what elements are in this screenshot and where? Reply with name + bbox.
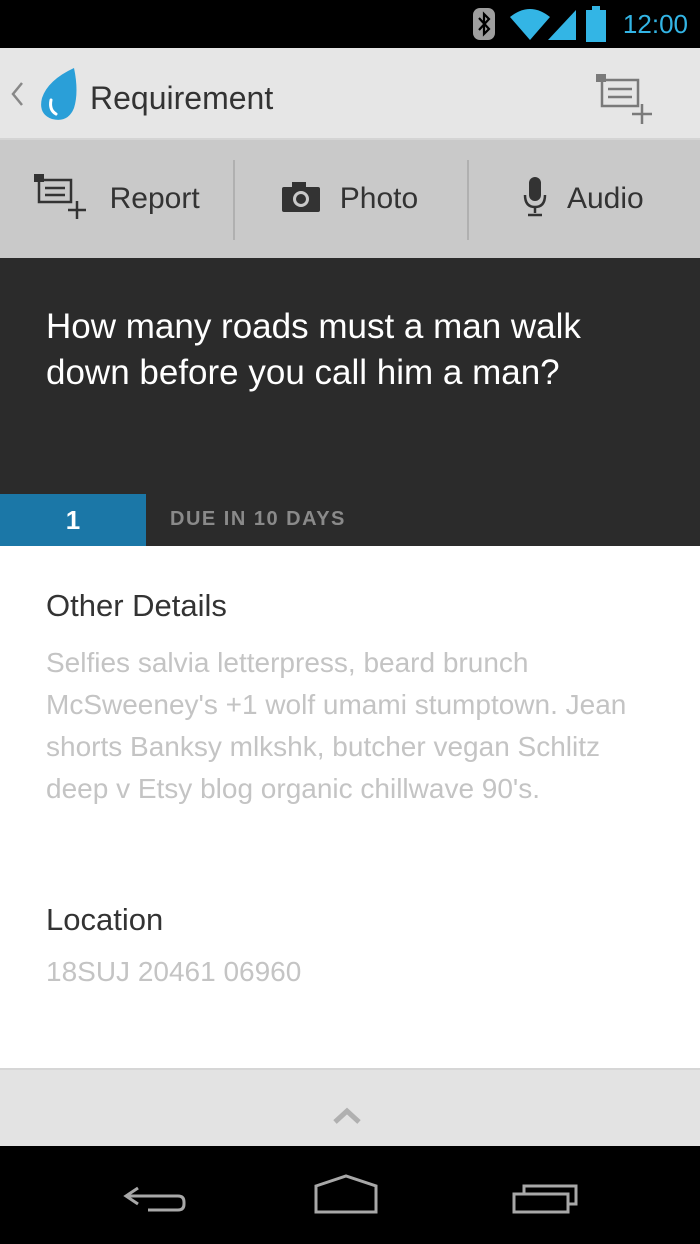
audio-label: Audio	[566, 182, 644, 215]
action-bar: Requirement	[0, 48, 700, 140]
microphone-icon	[523, 176, 547, 222]
back-icon[interactable]	[110, 1168, 190, 1224]
recent-apps-icon[interactable]	[506, 1168, 586, 1224]
status-bar: 12:00	[0, 0, 700, 48]
other-details-body: Selfies salvia letterpress, beard brunch…	[46, 647, 627, 804]
due-label: DUE IN 10 DAYS	[170, 508, 346, 530]
status-time: 12:00	[622, 9, 688, 39]
count-badge: 1	[0, 494, 146, 546]
capture-toolbar: Report Photo Audio	[0, 140, 700, 258]
question-header: How many roads must a man walk down befo…	[0, 258, 700, 496]
battery-icon	[586, 0, 606, 48]
photo-label: Photo	[339, 182, 419, 215]
question-meta: 1 DUE IN 10 DAYS	[0, 494, 700, 546]
bottom-drawer[interactable]	[0, 1068, 700, 1146]
location-heading: Location	[46, 902, 164, 937]
report-button[interactable]: Report	[0, 140, 233, 258]
question-text: How many roads must a man walk down befo…	[46, 307, 581, 392]
wifi-icon	[508, 0, 552, 48]
photo-button[interactable]: Photo	[233, 140, 466, 258]
add-report-icon[interactable]	[594, 70, 662, 126]
system-nav-bar	[0, 1146, 700, 1244]
add-report-icon	[33, 173, 90, 225]
camera-icon	[281, 181, 320, 217]
details-panel: Other Details Selfies salvia letterpress…	[0, 546, 700, 1068]
bluetooth-icon	[472, 0, 496, 48]
other-details-heading: Other Details	[46, 588, 227, 623]
chevron-left-icon[interactable]	[6, 76, 28, 112]
audio-button[interactable]: Audio	[466, 140, 700, 258]
chevron-up-icon[interactable]	[332, 1106, 362, 1126]
page-title: Requirement	[90, 80, 274, 116]
location-value: 18SUJ 20461 06960	[46, 956, 302, 987]
home-icon[interactable]	[306, 1168, 386, 1224]
signal-icon	[548, 0, 578, 48]
report-label: Report	[109, 182, 200, 215]
water-drop-logo[interactable]	[34, 66, 82, 122]
